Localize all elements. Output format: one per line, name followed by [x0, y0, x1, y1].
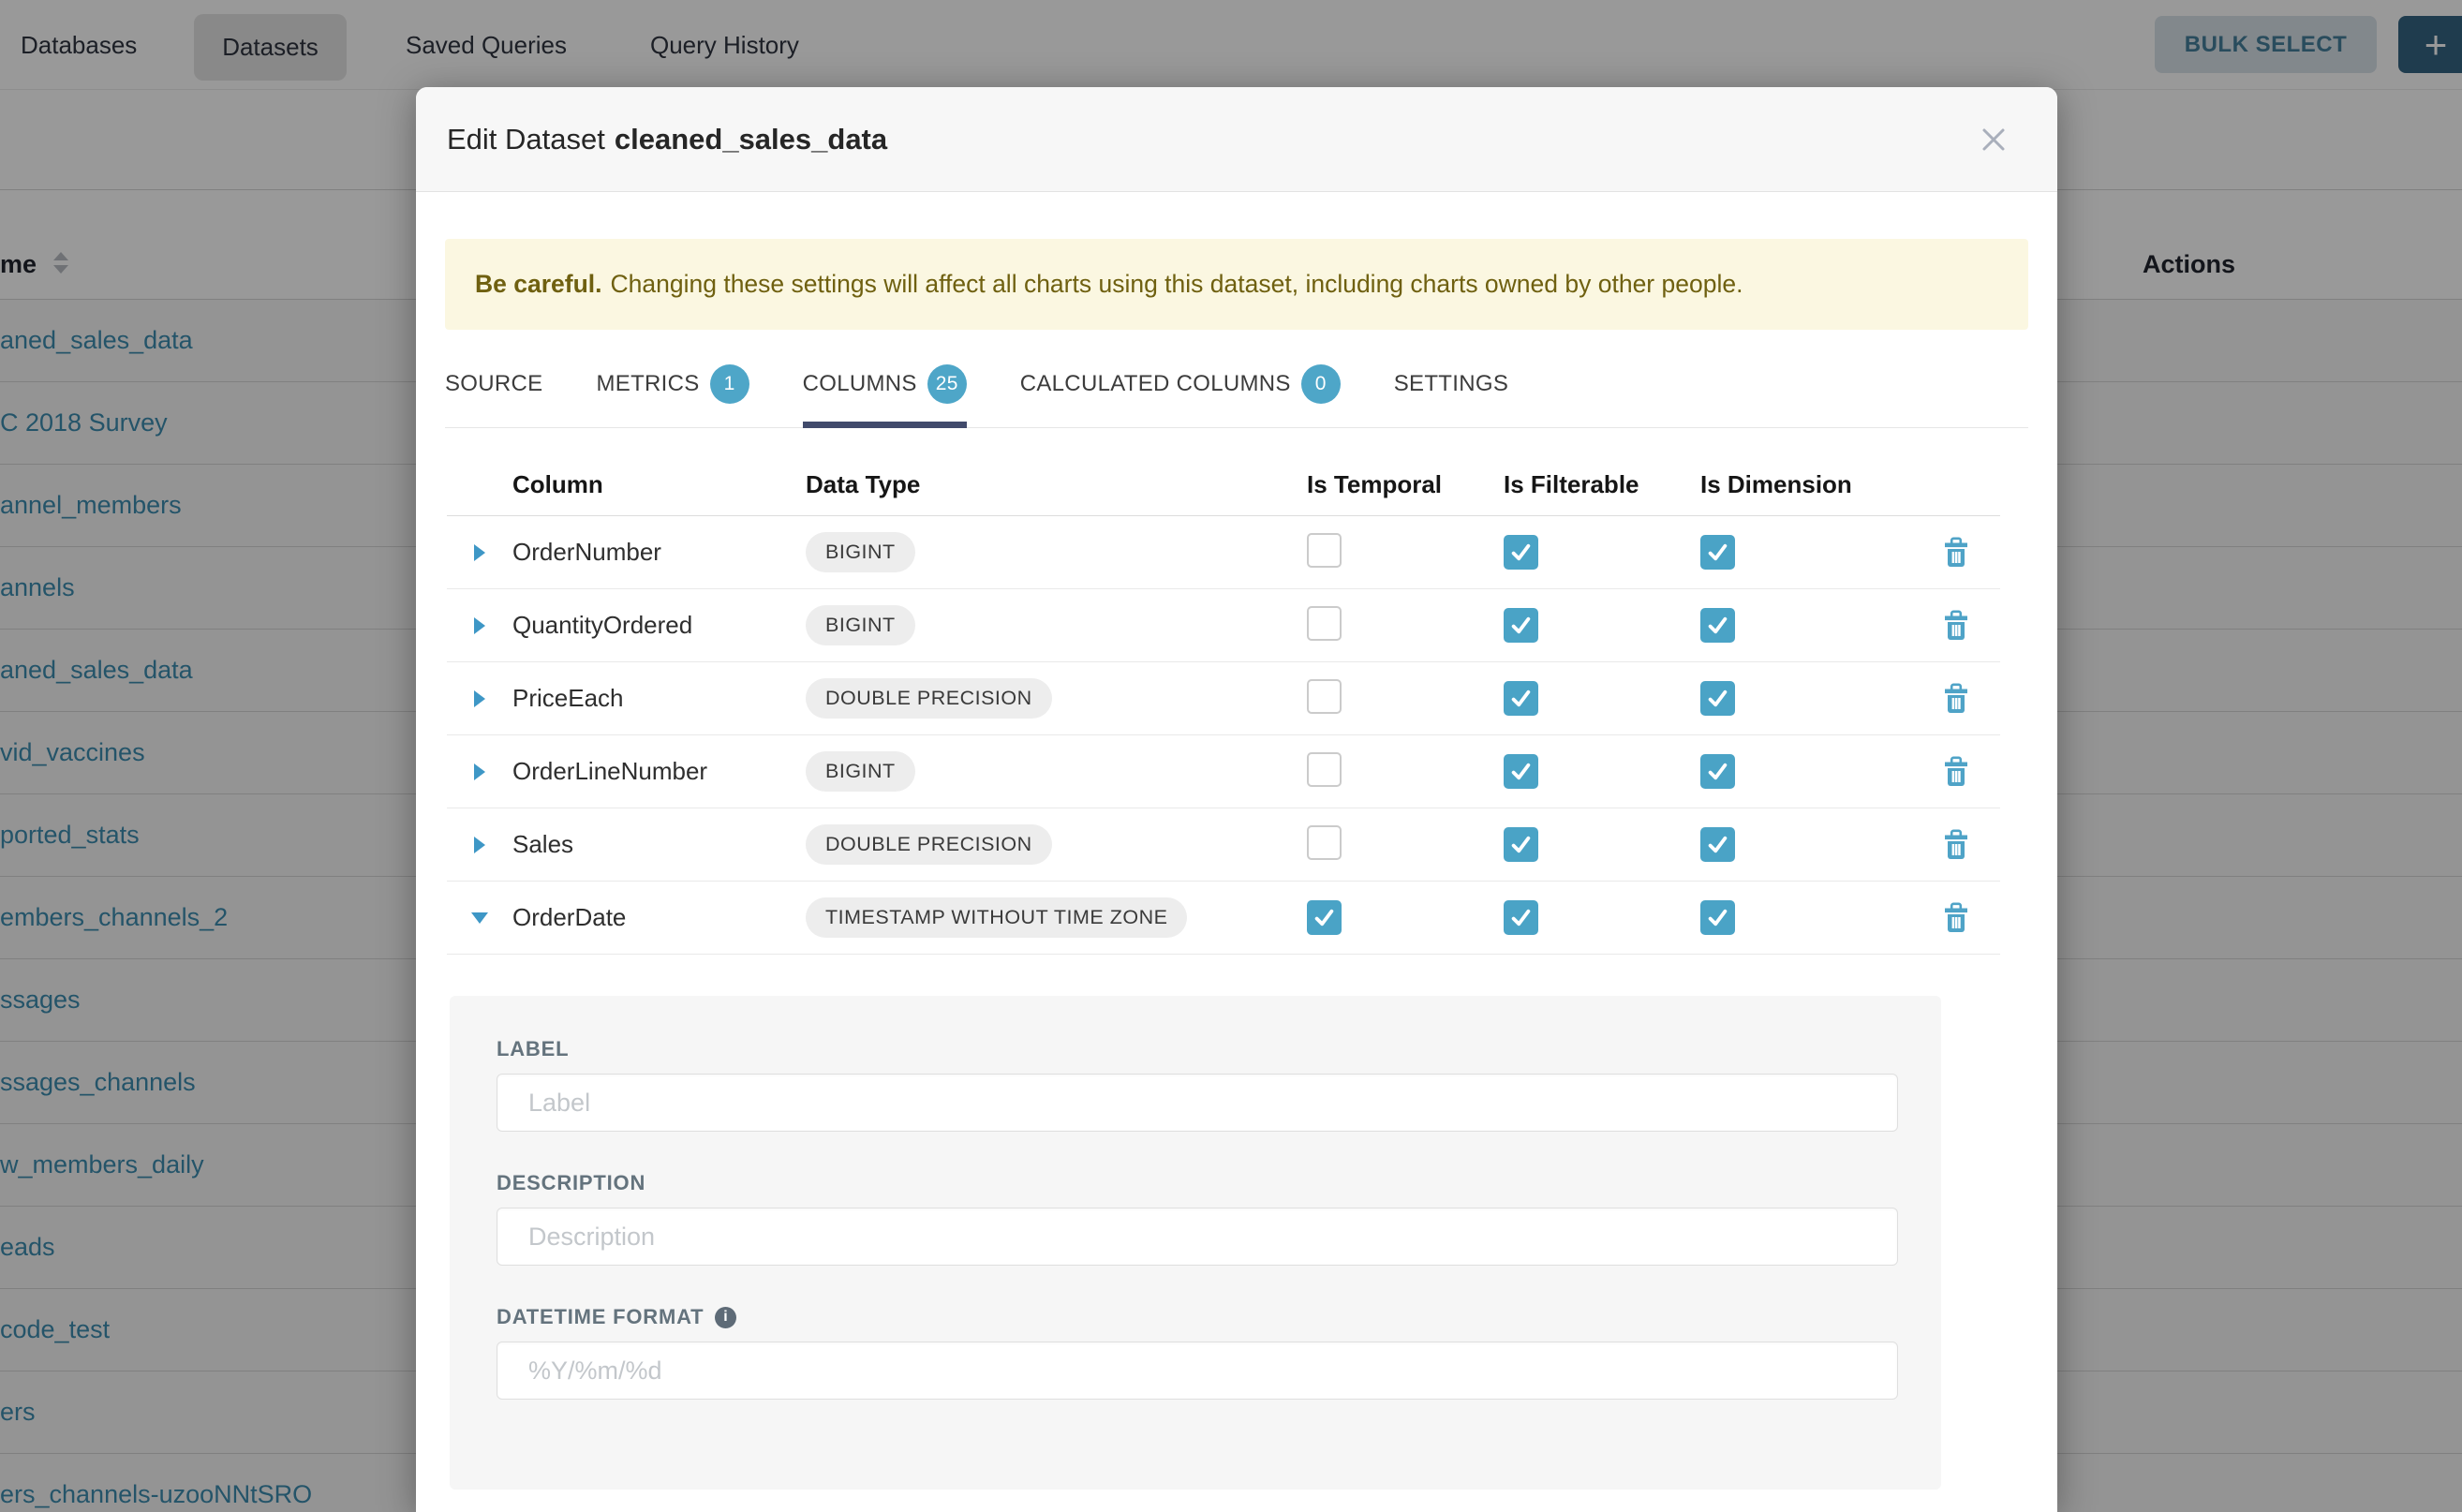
tab-label: COLUMNS — [803, 371, 917, 397]
collapse-row-caret-icon[interactable] — [471, 912, 488, 924]
delete-column-button[interactable] — [1911, 537, 2000, 568]
header-is-temporal: Is Temporal — [1307, 470, 1504, 499]
trash-icon — [1942, 829, 1970, 860]
column-detail-panel: LABEL DESCRIPTION DATETIME FORMAT i — [450, 996, 1941, 1490]
is-filterable-checkbox[interactable] — [1504, 608, 1538, 643]
info-icon[interactable]: i — [715, 1307, 736, 1328]
tab-calculated-columns[interactable]: CALCULATED COLUMNS 0 — [1020, 364, 1341, 427]
expand-row-caret-icon[interactable] — [474, 837, 485, 853]
close-icon — [1980, 126, 2008, 154]
close-modal-button[interactable] — [1977, 123, 2010, 156]
tab-columns[interactable]: COLUMNS 25 — [803, 364, 967, 427]
tab-label: METRICS — [596, 371, 699, 397]
tab-source[interactable]: SOURCE — [445, 364, 542, 427]
modal-header: Edit Dataset cleaned_sales_data — [416, 87, 2057, 192]
trash-icon — [1942, 756, 1970, 787]
tab-label: CALCULATED COLUMNS — [1020, 371, 1291, 397]
description-field-label: DESCRIPTION — [497, 1171, 1941, 1195]
edit-dataset-modal: Edit Dataset cleaned_sales_data Be carefu… — [416, 87, 2057, 1512]
data-type-pill: TIMESTAMP WITHOUT TIME ZONE — [806, 897, 1187, 938]
modal-title-prefix: Edit Dataset — [447, 123, 605, 156]
description-input[interactable] — [497, 1208, 1898, 1266]
tab-settings[interactable]: SETTINGS — [1394, 364, 1508, 427]
expand-row-caret-icon[interactable] — [474, 690, 485, 707]
is-dimension-checkbox[interactable] — [1700, 681, 1735, 716]
is-temporal-checkbox[interactable] — [1307, 533, 1342, 568]
trash-icon — [1942, 537, 1970, 568]
is-filterable-checkbox[interactable] — [1504, 754, 1538, 789]
expand-row-caret-icon[interactable] — [474, 763, 485, 780]
trash-icon — [1942, 610, 1970, 641]
is-dimension-checkbox[interactable] — [1700, 608, 1735, 643]
tab-count-badge: 25 — [927, 364, 967, 404]
column-row-sales: SalesDOUBLE PRECISION — [447, 808, 2000, 882]
column-name: PriceEach — [512, 684, 806, 713]
modal-title-dataset-name: cleaned_sales_data — [615, 123, 887, 156]
data-type-pill: DOUBLE PRECISION — [806, 824, 1052, 865]
datetime-format-input[interactable] — [497, 1342, 1898, 1400]
column-row-orderdate: OrderDateTIMESTAMP WITHOUT TIME ZONE — [447, 882, 2000, 955]
column-name: OrderDate — [512, 903, 806, 932]
columns-table-header: Column Data Type Is Temporal Is Filterab… — [447, 454, 2000, 516]
column-row-ordernumber: OrderNumberBIGINT — [447, 516, 2000, 589]
column-row-quantityordered: QuantityOrderedBIGINT — [447, 589, 2000, 662]
modal-title: Edit Dataset cleaned_sales_data — [447, 123, 887, 156]
column-name: OrderNumber — [512, 538, 806, 567]
data-type-pill: BIGINT — [806, 751, 915, 792]
columns-table-body: OrderNumberBIGINTQuantityOrderedBIGINTPr… — [447, 516, 2000, 955]
modal-body: Be careful. Changing these settings will… — [416, 239, 2057, 1490]
column-row-priceeach: PriceEachDOUBLE PRECISION — [447, 662, 2000, 735]
column-name: Sales — [512, 830, 806, 859]
header-is-filterable: Is Filterable — [1504, 470, 1700, 499]
trash-icon — [1942, 902, 1970, 933]
delete-column-button[interactable] — [1911, 683, 2000, 714]
warning-banner: Be careful. Changing these settings will… — [445, 239, 2028, 330]
column-name: OrderLineNumber — [512, 757, 806, 786]
column-name: QuantityOrdered — [512, 611, 806, 640]
delete-column-button[interactable] — [1911, 829, 2000, 860]
tab-metrics[interactable]: METRICS 1 — [596, 364, 749, 427]
is-filterable-checkbox[interactable] — [1504, 827, 1538, 862]
data-type-pill: BIGINT — [806, 532, 915, 572]
label-input[interactable] — [497, 1074, 1898, 1132]
is-dimension-checkbox[interactable] — [1700, 900, 1735, 935]
tab-label: SETTINGS — [1394, 371, 1508, 397]
header-is-dimension: Is Dimension — [1700, 470, 1911, 499]
is-filterable-checkbox[interactable] — [1504, 535, 1538, 570]
is-temporal-checkbox[interactable] — [1307, 606, 1342, 641]
columns-table: Column Data Type Is Temporal Is Filterab… — [447, 454, 2000, 955]
is-temporal-checkbox[interactable] — [1307, 679, 1342, 714]
is-temporal-checkbox[interactable] — [1307, 752, 1342, 787]
data-type-pill: DOUBLE PRECISION — [806, 678, 1052, 719]
expand-row-caret-icon[interactable] — [474, 544, 485, 561]
header-column: Column — [512, 470, 806, 499]
column-row-orderlinenumber: OrderLineNumberBIGINT — [447, 735, 2000, 808]
datetime-format-field-label: DATETIME FORMAT i — [497, 1305, 1941, 1329]
label-field-label: LABEL — [497, 1037, 1941, 1061]
header-data-type: Data Type — [806, 470, 1307, 499]
delete-column-button[interactable] — [1911, 902, 2000, 933]
tab-count-badge: 1 — [710, 364, 749, 404]
is-filterable-checkbox[interactable] — [1504, 900, 1538, 935]
delete-column-button[interactable] — [1911, 756, 2000, 787]
expand-row-caret-icon[interactable] — [474, 617, 485, 634]
trash-icon — [1942, 683, 1970, 714]
is-filterable-checkbox[interactable] — [1504, 681, 1538, 716]
warning-bold: Be careful. — [475, 270, 602, 299]
tab-count-badge: 0 — [1301, 364, 1341, 404]
is-dimension-checkbox[interactable] — [1700, 535, 1735, 570]
modal-tabs: SOURCE METRICS 1 COLUMNS 25 CALCULATED COLUMN… — [445, 364, 2028, 428]
data-type-pill: BIGINT — [806, 605, 915, 645]
tab-label: SOURCE — [445, 371, 542, 397]
delete-column-button[interactable] — [1911, 610, 2000, 641]
is-dimension-checkbox[interactable] — [1700, 827, 1735, 862]
warning-text: Changing these settings will affect all … — [611, 270, 1743, 299]
is-temporal-checkbox[interactable] — [1307, 900, 1342, 935]
app-root: Databases Datasets Saved Queries Query H… — [0, 0, 2462, 1512]
is-temporal-checkbox[interactable] — [1307, 825, 1342, 860]
is-dimension-checkbox[interactable] — [1700, 754, 1735, 789]
